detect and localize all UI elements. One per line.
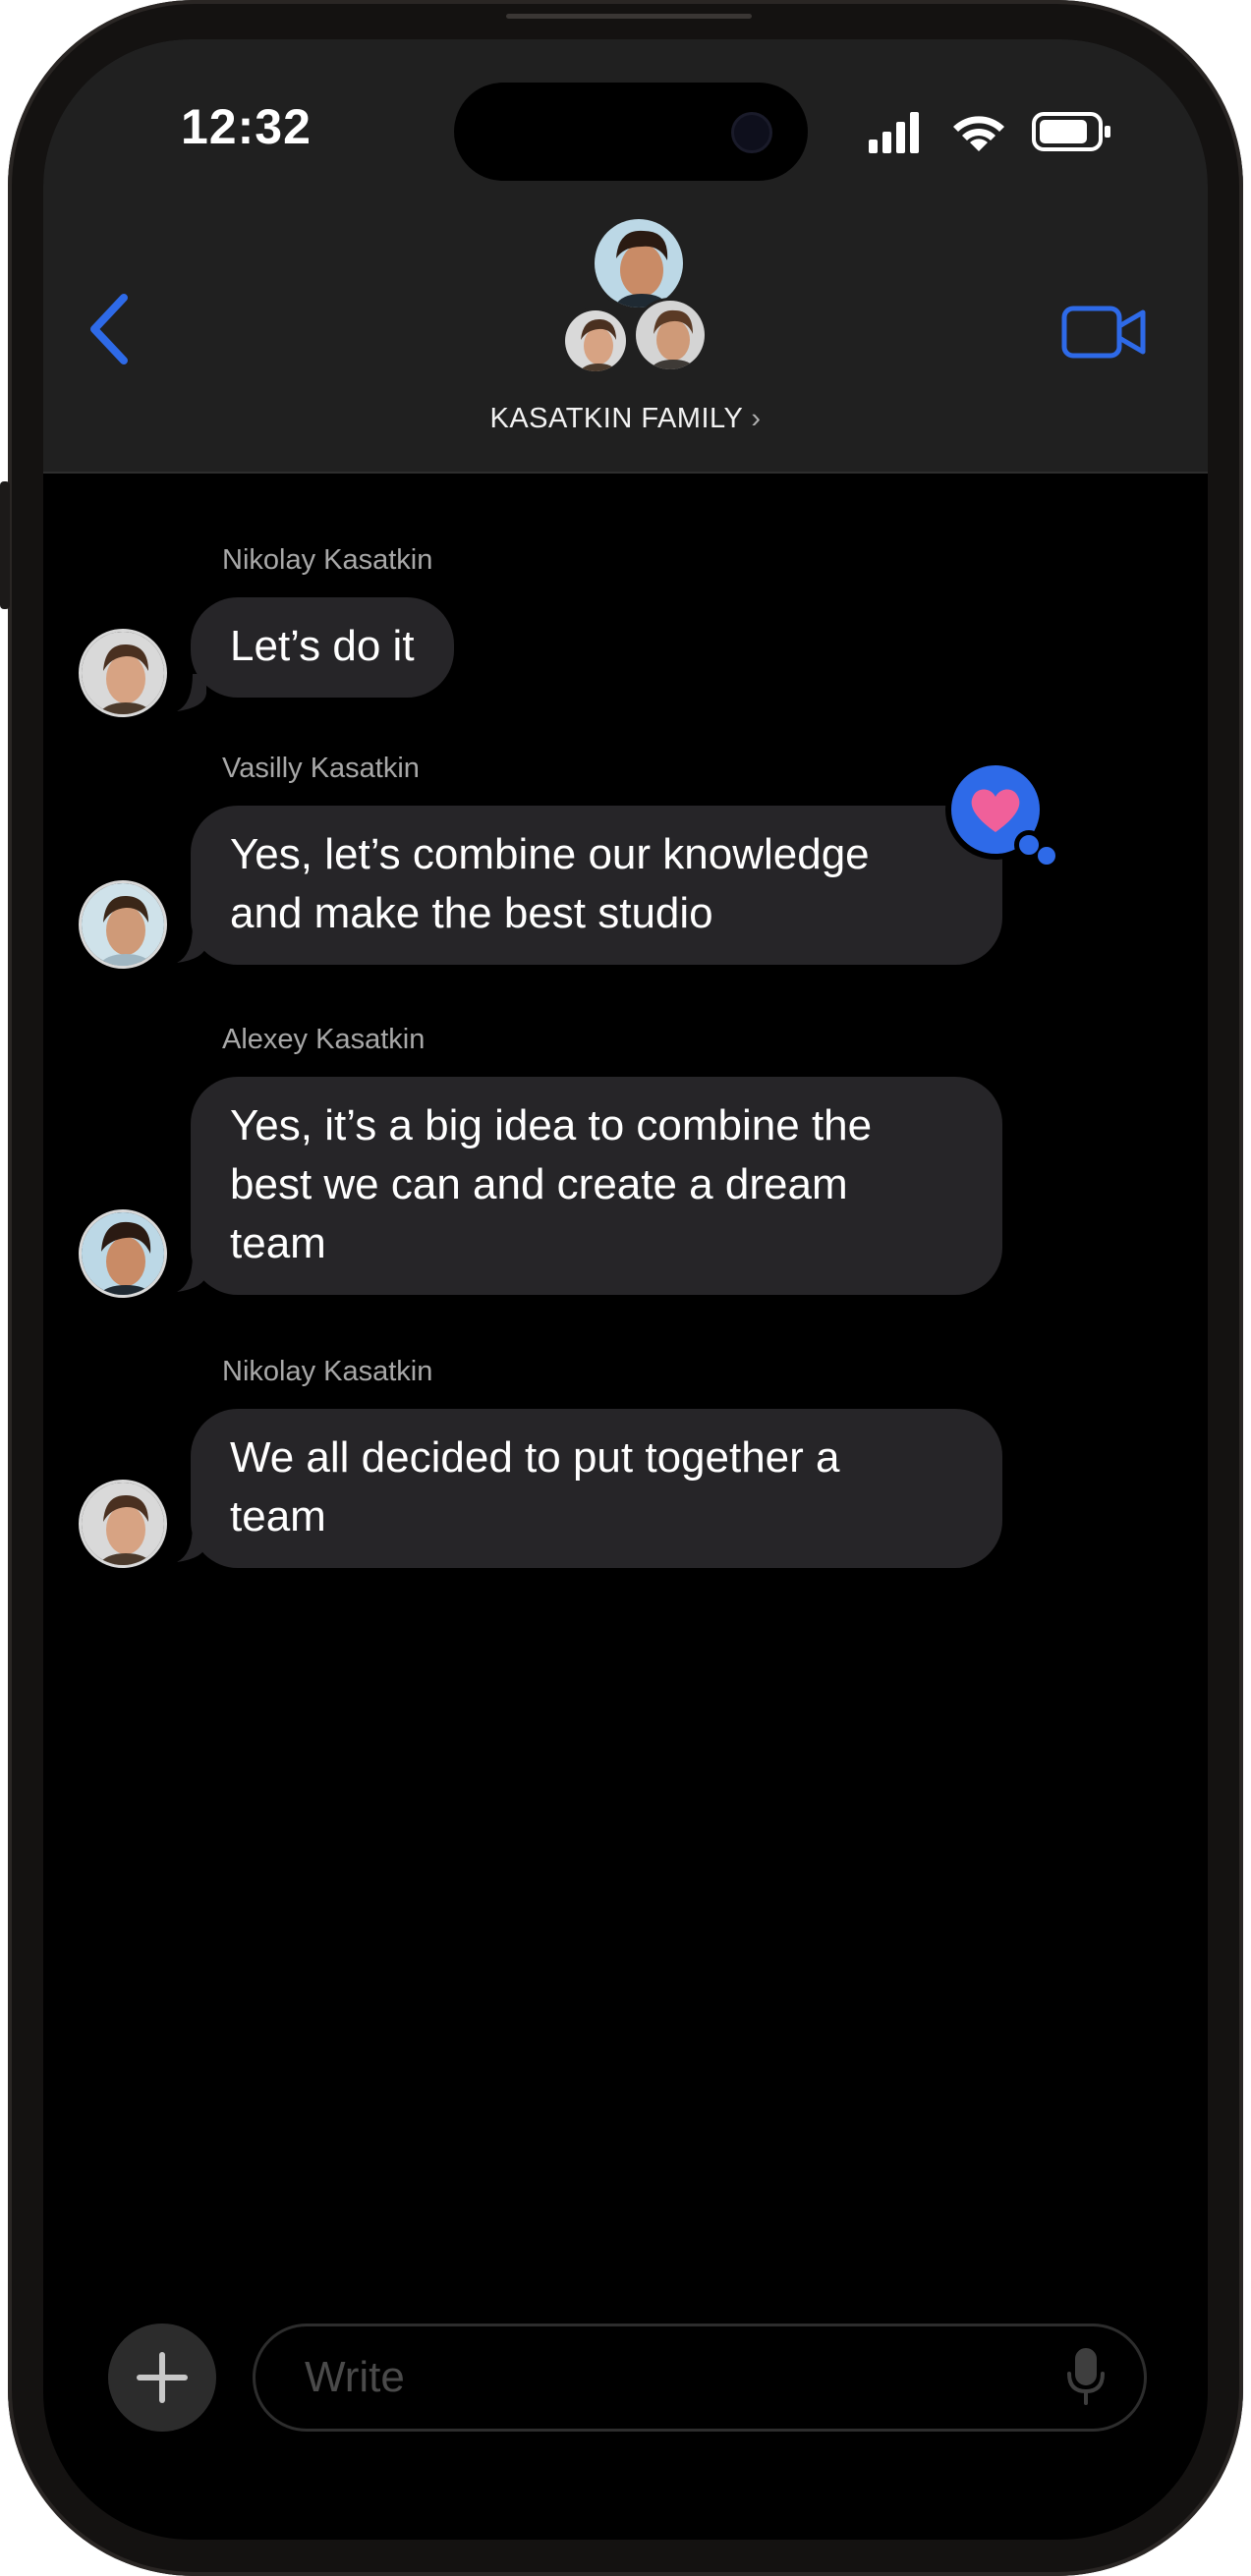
- chat-screen: 12:32 KASATKIN FAMILY › Nikolay Kasatkin…: [43, 39, 1208, 2540]
- message-text-line: team: [230, 1492, 326, 1540]
- microphone-button[interactable]: [1061, 2348, 1110, 2407]
- message-text-line: and make the best studio: [230, 889, 713, 937]
- dynamic-island: [454, 83, 808, 181]
- message-bubble[interactable]: Yes, it’s a big idea to combine the best…: [191, 1077, 1002, 1295]
- chevron-right-icon: ›: [751, 403, 762, 434]
- message-sender: Nikolay Kasatkin: [222, 1356, 433, 1387]
- phone-side-button: [0, 481, 10, 609]
- avatar: [79, 880, 167, 969]
- avatar-alexey: [592, 216, 686, 310]
- video-camera-icon: [1061, 306, 1146, 359]
- plus-icon: [137, 2352, 188, 2403]
- message-text-line: We all decided to put together a: [230, 1433, 840, 1482]
- heart-icon: [971, 789, 1020, 832]
- signal-icon: [869, 112, 919, 153]
- group-name: KASATKIN FAMILY: [489, 403, 744, 434]
- front-camera: [731, 112, 772, 153]
- phone-speaker-slit: [506, 14, 752, 19]
- message-bubble[interactable]: Let’s do it: [191, 597, 454, 698]
- group-title[interactable]: KASATKIN FAMILY ›: [43, 403, 1208, 435]
- message-sender: Nikolay Kasatkin: [222, 544, 433, 576]
- avatar-vasilly: [633, 298, 708, 372]
- add-attachment-button[interactable]: [108, 2324, 216, 2432]
- reaction-tail-dot: [1038, 847, 1055, 865]
- message-bubble[interactable]: Yes, let’s combine our knowledge and mak…: [191, 806, 1002, 965]
- message-bubble[interactable]: We all decided to put together a team: [191, 1409, 1002, 1568]
- avatar-nikolay: [562, 308, 629, 374]
- group-avatars[interactable]: [562, 216, 710, 383]
- message-composer: [253, 2324, 1147, 2432]
- message-text-line: Yes, let’s combine our knowledge: [230, 830, 870, 878]
- message-text-line: best we can and create a dream: [230, 1160, 848, 1208]
- message-sender: Vasilly Kasatkin: [222, 753, 420, 784]
- status-icons: [869, 112, 1110, 153]
- chat-header: 12:32 KASATKIN FAMILY ›: [43, 39, 1208, 474]
- video-call-button[interactable]: [1060, 303, 1149, 362]
- battery-icon: [1032, 112, 1110, 151]
- avatar: [79, 1480, 167, 1568]
- chevron-left-icon: [90, 294, 128, 364]
- avatar: [79, 1209, 167, 1298]
- back-button[interactable]: [83, 290, 132, 368]
- message-sender: Alexey Kasatkin: [222, 1024, 426, 1055]
- message-text-line: Yes, it’s a big idea to combine the: [230, 1101, 873, 1149]
- message-text-line: Let’s do it: [230, 622, 415, 670]
- message-text-line: team: [230, 1219, 326, 1267]
- microphone-icon: [1067, 2348, 1105, 2405]
- message-input[interactable]: [305, 2326, 1052, 2429]
- avatar: [79, 629, 167, 717]
- status-time: 12:32: [181, 99, 312, 154]
- wifi-icon: [953, 116, 1004, 151]
